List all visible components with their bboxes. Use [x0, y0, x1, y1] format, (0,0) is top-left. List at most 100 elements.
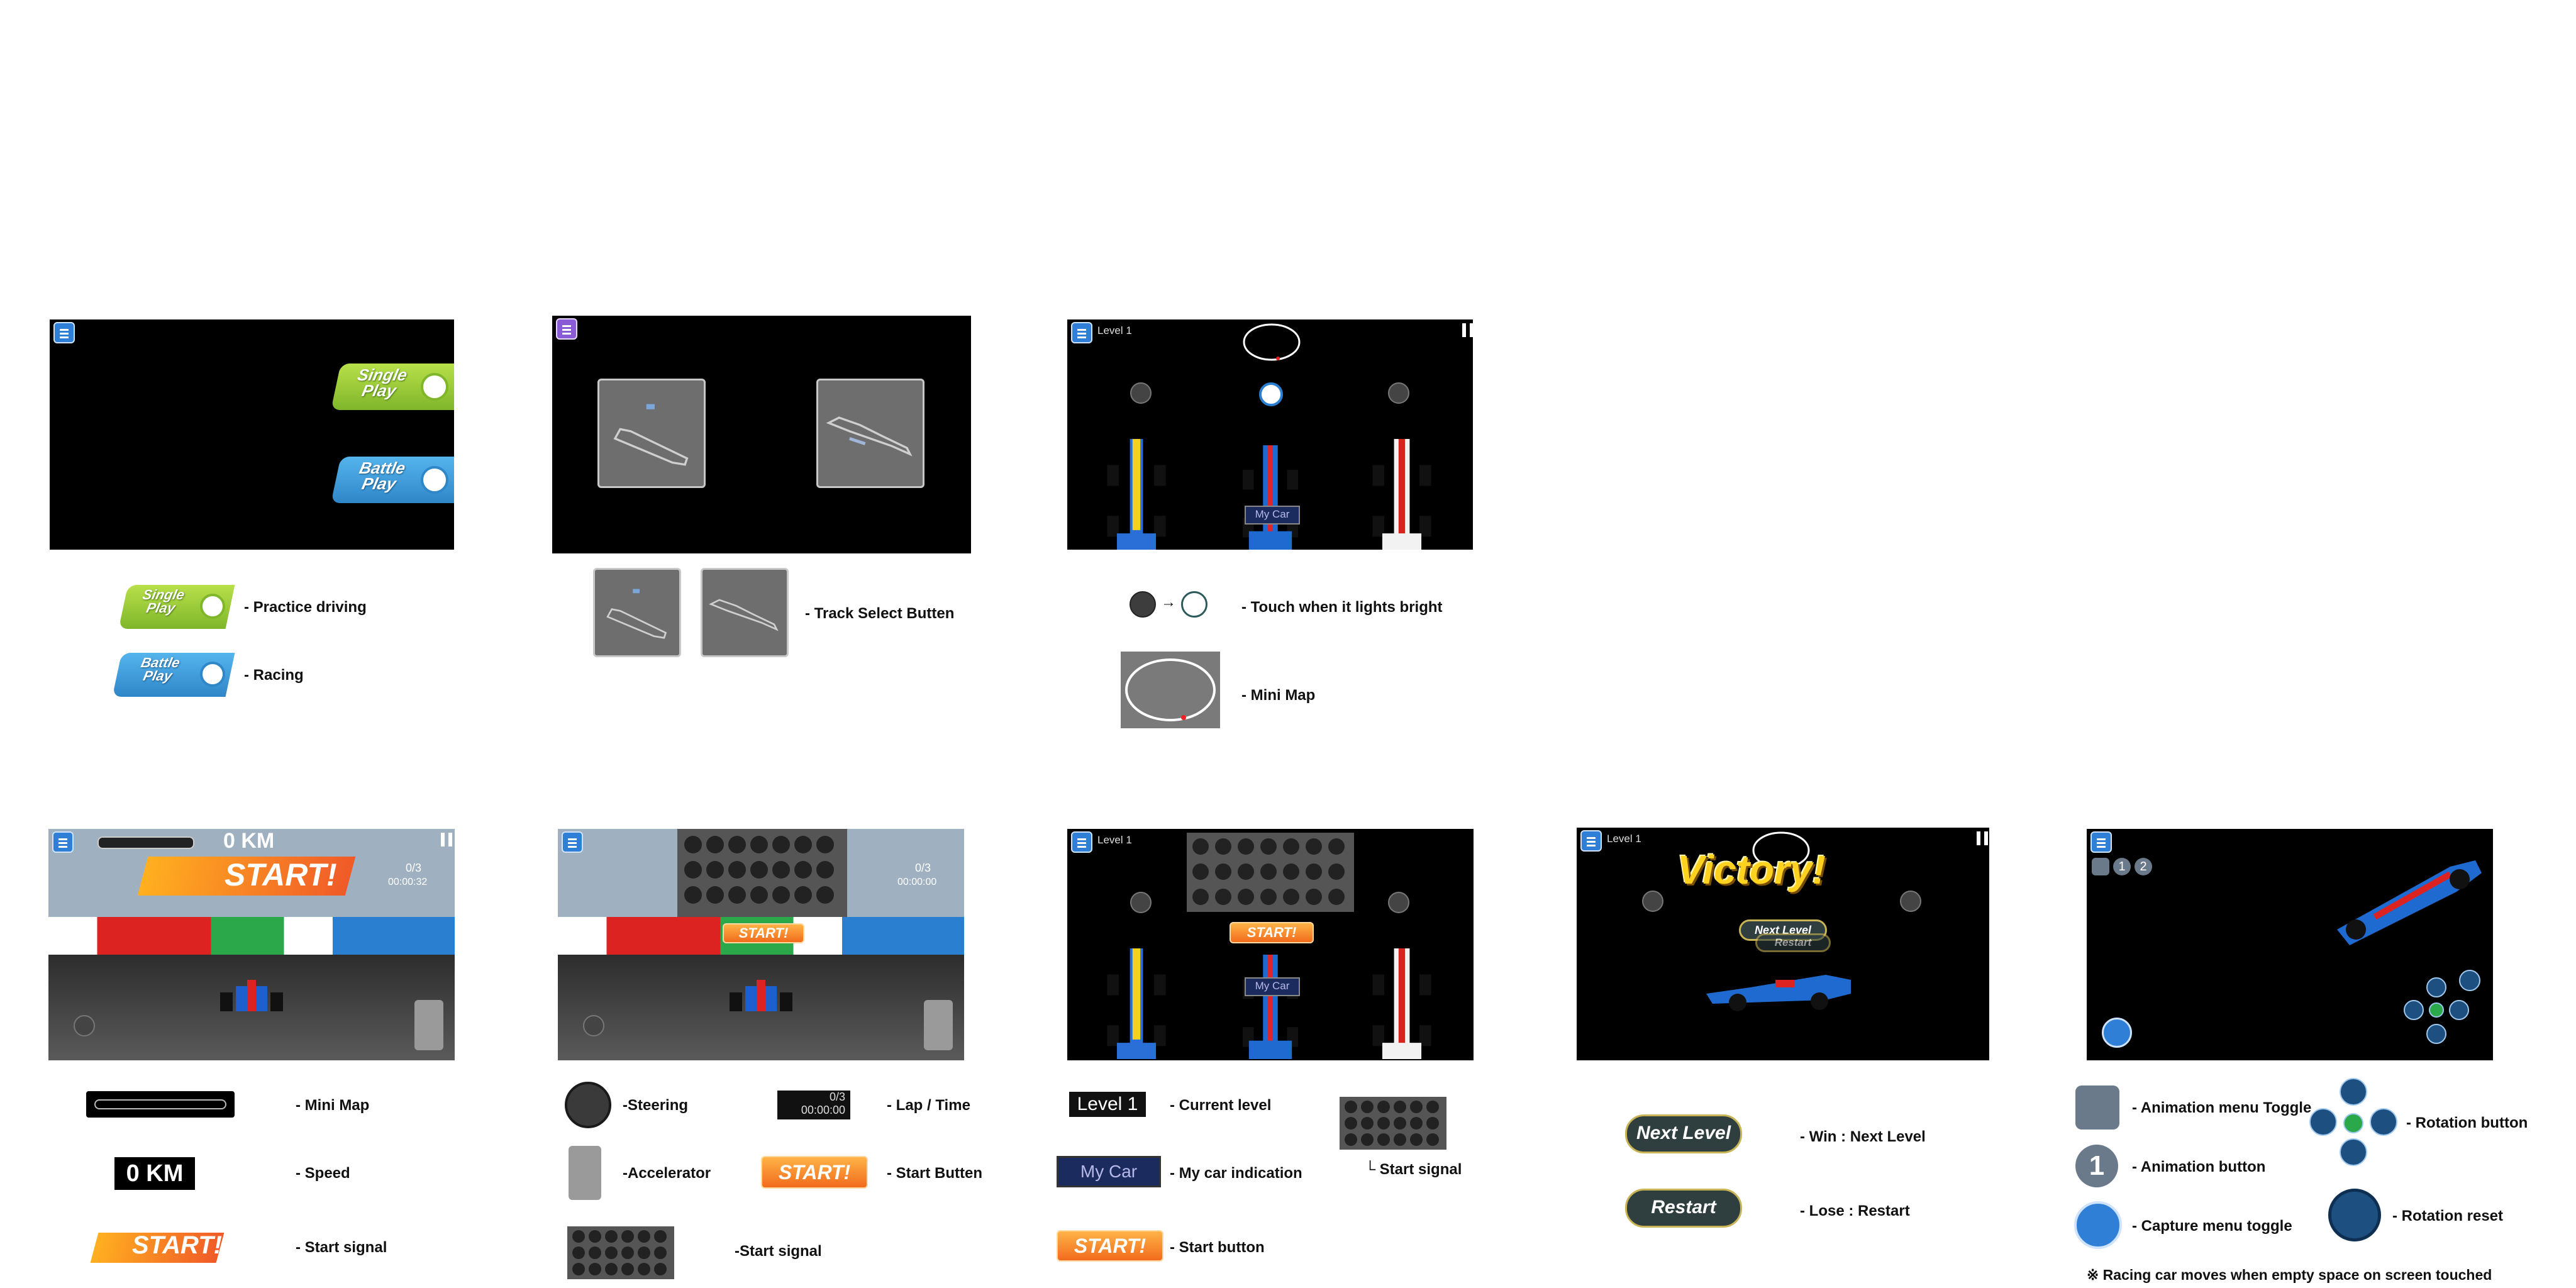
legend-arrow: → — [1161, 594, 1176, 611]
minimap-desc: - Mini Map — [1241, 687, 1316, 704]
signal-light-left — [1642, 891, 1663, 912]
legend-track-1-icon — [606, 589, 667, 639]
menu-icon[interactable] — [2090, 831, 2112, 853]
legend-start-signal-desc: - Start signal — [296, 1239, 387, 1256]
screen-track-select — [552, 316, 971, 553]
rotate-left-button[interactable] — [2404, 1000, 2424, 1020]
restart-button[interactable]: Restart — [1755, 933, 1831, 952]
menu-icon[interactable] — [1071, 322, 1092, 343]
pause-icon[interactable] — [441, 833, 452, 847]
screen-victory: Level 1 Victory! Next Level Restart — [1577, 828, 1989, 1060]
signal-light-center[interactable] — [1259, 382, 1283, 406]
legend-light-off — [1130, 591, 1156, 618]
legend-start-button: START! — [1057, 1230, 1163, 1262]
legend-track-2-icon — [709, 599, 779, 631]
legend-lap-count: 0/3 — [829, 1091, 845, 1103]
rotate-up-button[interactable] — [2426, 977, 2446, 997]
legend-rotate-down — [2340, 1138, 2367, 1166]
animation-menu-toggle[interactable] — [2092, 858, 2109, 875]
legend-level-desc: - Current level — [1170, 1097, 1272, 1114]
car-white — [1372, 948, 1431, 1059]
legend-minimap-bar — [86, 1091, 235, 1118]
legend-start-signal-text: START! — [132, 1231, 222, 1259]
capture-menu-toggle[interactable] — [2102, 1018, 2132, 1048]
start-signal-lights — [677, 829, 847, 917]
legend-track-card-2 — [701, 568, 789, 657]
level-label: Level 1 — [1607, 833, 1641, 845]
legend-animation-toggle-icon — [2075, 1085, 2119, 1130]
signal-light-right[interactable] — [1388, 382, 1409, 404]
accelerator-pedal[interactable] — [924, 1000, 953, 1050]
menu-icon[interactable] — [52, 831, 74, 853]
rotation-reset-button[interactable] — [2459, 970, 2480, 991]
rotate-center-button[interactable] — [2429, 1002, 2444, 1018]
menu-icon[interactable] — [1071, 831, 1092, 853]
legend-capture-icon — [2074, 1201, 2122, 1249]
touch-desc: - Touch when it lights bright — [1241, 599, 1443, 616]
animation-button-1[interactable]: 1 — [2113, 858, 2131, 875]
animation-button-2[interactable]: 2 — [2135, 858, 2152, 875]
level-label: Level 1 — [1097, 325, 1132, 336]
legend-start-button-desc: - Start button — [1170, 1239, 1265, 1256]
victory-title: Victory! — [1677, 847, 1826, 892]
multi-user-icon — [421, 466, 448, 494]
legend-minimap-desc: - Mini Map — [296, 1097, 370, 1114]
car-yellow — [1107, 948, 1166, 1059]
screen-grid-start: Level 1 START! My Car — [1067, 829, 1474, 1060]
legend-next-level-button: Next Level — [1625, 1114, 1742, 1153]
pause-icon[interactable] — [1462, 323, 1473, 337]
level-label: Level 1 — [1097, 834, 1132, 846]
rotate-right-button[interactable] — [2449, 1000, 2469, 1020]
legend-light-on — [1181, 591, 1208, 618]
steering-control[interactable] — [583, 1015, 604, 1036]
legend-single-user-icon — [200, 594, 225, 619]
steering-control[interactable] — [74, 1015, 95, 1036]
menu-icon[interactable] — [1580, 830, 1602, 852]
car-blue-mine — [1243, 445, 1298, 550]
minimap-bar — [97, 836, 194, 849]
car-yellow — [1107, 439, 1166, 550]
legend-steering-icon — [565, 1082, 611, 1128]
screen-race-start: 0 KM START! 0/3 00:00:32 — [48, 829, 455, 1060]
winner-car — [1706, 975, 1851, 1011]
signal-light-left[interactable] — [1130, 892, 1152, 913]
menu-icon[interactable] — [53, 322, 75, 343]
signal-light-left[interactable] — [1130, 382, 1152, 404]
lap-counter: 0/3 — [406, 862, 422, 874]
track-select-desc: - Track Select Butten — [805, 605, 955, 622]
screen-race-lights: START! 0/3 00:00:00 — [558, 829, 964, 1060]
screen-mode-select: Single Play Battle Play — [50, 319, 454, 550]
legend-rotate-right — [2370, 1108, 2397, 1136]
legend-multi-user-icon — [200, 662, 225, 687]
legend-start-button-desc: - Start Butten — [887, 1165, 982, 1182]
mini-map — [1243, 323, 1301, 361]
car-white — [1372, 439, 1431, 550]
legend-mini-map — [1121, 652, 1220, 728]
menu-icon[interactable] — [556, 318, 577, 340]
legend-start-signal-desc: └ Start signal — [1365, 1161, 1462, 1178]
pause-icon[interactable] — [1977, 831, 1988, 845]
player-car — [220, 980, 283, 1011]
legend-steering-desc: -Steering — [623, 1097, 689, 1114]
track-1-map-icon — [613, 404, 689, 466]
menu-icon[interactable] — [562, 831, 583, 853]
legend-start-button: START! — [761, 1156, 868, 1189]
legend-capture-desc: - Capture menu toggle — [2132, 1218, 2292, 1235]
legend-next-level-desc: - Win : Next Level — [1800, 1128, 1926, 1145]
start-button[interactable]: START! — [1230, 922, 1314, 943]
signal-light-right[interactable] — [1388, 892, 1409, 913]
legend-animation-toggle-desc: - Animation menu Toggle — [2132, 1099, 2312, 1116]
legend-single-desc: - Practice driving — [244, 599, 367, 616]
legend-accelerator-icon — [569, 1146, 601, 1200]
accelerator-pedal[interactable] — [414, 1000, 443, 1050]
track-card-1[interactable] — [597, 379, 706, 488]
legend-my-car-desc: - My car indication — [1170, 1165, 1302, 1182]
rotate-down-button[interactable] — [2426, 1024, 2446, 1044]
legend-restart-button: Restart — [1625, 1189, 1742, 1228]
legend-battle-desc: - Racing — [244, 667, 304, 684]
start-button[interactable]: START! — [723, 923, 804, 943]
my-car-label: My Car — [1245, 506, 1300, 525]
track-card-2[interactable] — [816, 379, 924, 488]
lap-counter: 0/3 — [915, 862, 931, 874]
legend-rotate-center — [2343, 1113, 2363, 1133]
